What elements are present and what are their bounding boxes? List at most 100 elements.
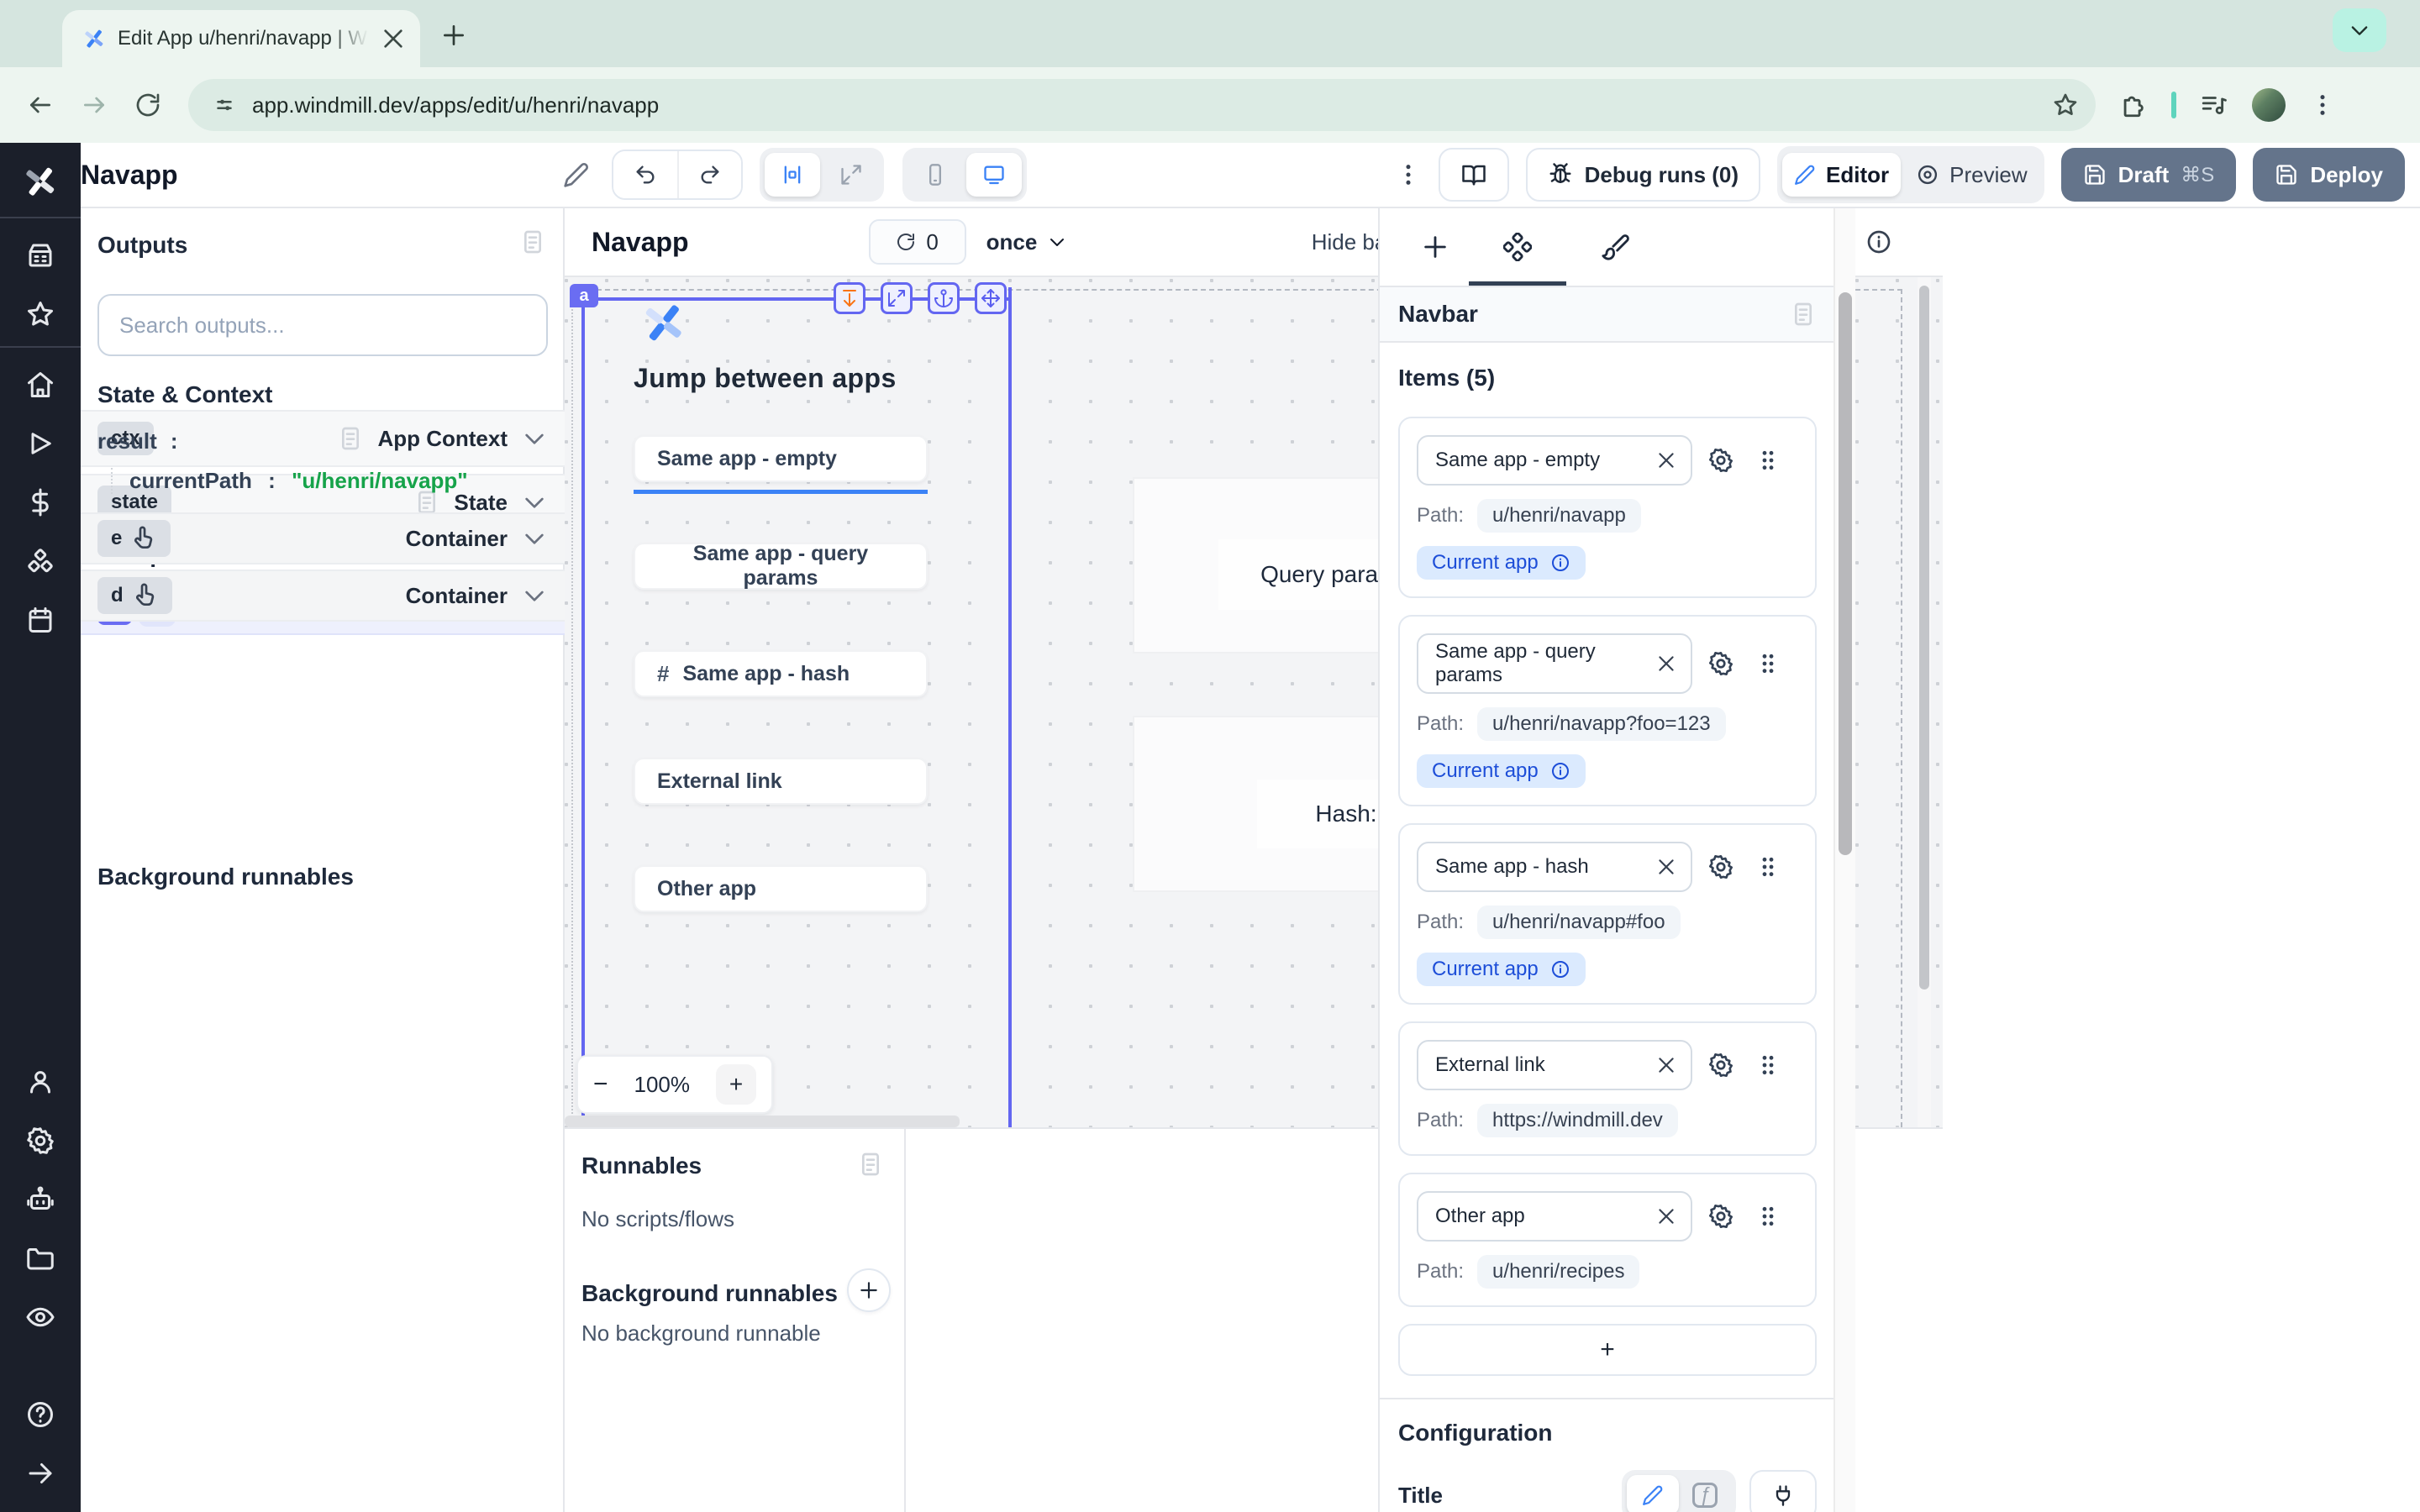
- static-value-mode-button[interactable]: [1627, 1475, 1679, 1512]
- current-path-row[interactable]: currentPath : "u/henri/navapp": [111, 468, 468, 494]
- refresh-icon: [896, 232, 916, 252]
- canvas-horizontal-scrollbar[interactable]: [565, 1116, 960, 1127]
- bookmark-star-icon[interactable]: [2052, 92, 2079, 118]
- item-label: Same app - query params: [1435, 640, 1655, 687]
- move-handle[interactable]: [975, 282, 1007, 314]
- chevron-down-icon[interactable]: [521, 425, 548, 452]
- item-path-value: u/henri/navapp: [1477, 499, 1641, 533]
- preview-nav-button[interactable]: Other app: [634, 865, 928, 912]
- clear-icon[interactable]: [1655, 653, 1677, 675]
- runs-icon[interactable]: [25, 428, 55, 459]
- favorites-star-icon[interactable]: [25, 299, 55, 329]
- item-settings-gear-icon[interactable]: [1707, 1203, 1734, 1230]
- item-label-select[interactable]: Same app - empty: [1417, 435, 1692, 486]
- info-icon[interactable]: [1550, 959, 1570, 979]
- extensions-icon[interactable]: [2119, 91, 2148, 119]
- item-settings-gear-icon[interactable]: [1707, 650, 1734, 677]
- fullscreen-handle[interactable]: [881, 282, 913, 314]
- add-item-button[interactable]: +: [1398, 1324, 1817, 1376]
- audit-logs-icon[interactable]: [25, 1302, 55, 1332]
- clear-icon[interactable]: [1655, 449, 1677, 471]
- component-settings-tab[interactable]: [1469, 208, 1566, 286]
- drag-handle-icon[interactable]: [1754, 1052, 1781, 1079]
- navbar-item-card: Same app - empty Path: u/henri/navapp: [1398, 417, 1817, 598]
- browser-tab[interactable]: Edit App u/henri/navapp | Win: [62, 10, 420, 67]
- reload-icon[interactable]: [134, 92, 161, 118]
- component-type-label: Container: [406, 526, 508, 552]
- help-icon[interactable]: [25, 1399, 55, 1430]
- clear-icon[interactable]: [1655, 1205, 1677, 1227]
- home-icon[interactable]: [25, 370, 55, 400]
- item-settings-gear-icon[interactable]: [1707, 1052, 1734, 1079]
- chevron-down-icon[interactable]: [521, 525, 548, 552]
- run-mode-dropdown[interactable]: once: [986, 229, 1068, 255]
- drag-handle-icon[interactable]: [1754, 853, 1781, 880]
- panel-doc-icon[interactable]: [519, 228, 546, 255]
- item-label: Same app - hash: [1435, 855, 1589, 879]
- add-background-runnable-button[interactable]: [847, 1268, 891, 1312]
- component-panel-header: Navbar: [1380, 286, 1833, 343]
- item-label-select[interactable]: Other app: [1417, 1191, 1692, 1242]
- item-label-select[interactable]: Same app - hash: [1417, 842, 1692, 892]
- forward-icon[interactable]: [81, 92, 108, 118]
- expression-mode-button[interactable]: ƒ: [1679, 1475, 1731, 1512]
- media-controls-icon[interactable]: [2200, 91, 2228, 119]
- container-component-row[interactable]: e Container: [81, 512, 565, 564]
- item-label-select[interactable]: Same app - query params: [1417, 633, 1692, 694]
- search-outputs-input[interactable]: [97, 294, 548, 356]
- info-icon[interactable]: [1550, 553, 1570, 573]
- preview-nav-button[interactable]: # Same app - hash: [634, 650, 928, 697]
- panel-doc-icon[interactable]: [1790, 301, 1817, 328]
- title-field-label: Title: [1398, 1483, 1443, 1512]
- close-tab-icon[interactable]: [380, 25, 407, 52]
- preview-nav-button[interactable]: Same app - empty: [634, 435, 928, 482]
- site-info-icon[interactable]: [212, 92, 237, 118]
- connect-input-button[interactable]: [1749, 1470, 1817, 1512]
- workspace-icon[interactable]: [25, 240, 55, 270]
- anchor-handle[interactable]: [928, 282, 960, 314]
- settings-gear-icon[interactable]: [25, 1126, 55, 1156]
- profile-avatar[interactable]: [2252, 88, 2286, 122]
- workers-icon[interactable]: [25, 1184, 55, 1215]
- expand-down-handle[interactable]: [834, 282, 865, 314]
- refresh-count-button[interactable]: 0: [869, 219, 966, 265]
- component-id-badge: d: [97, 577, 172, 614]
- tab-search-button[interactable]: [2333, 8, 2386, 52]
- item-label-select[interactable]: External link: [1417, 1040, 1692, 1090]
- insert-component-tab[interactable]: [1402, 208, 1469, 286]
- folders-icon[interactable]: [25, 1243, 55, 1273]
- expand-sidebar-icon[interactable]: [25, 1458, 55, 1488]
- drag-handle-icon[interactable]: [1754, 1203, 1781, 1230]
- preview-nav-button[interactable]: External link: [634, 758, 928, 805]
- divider: [0, 217, 81, 218]
- url-text[interactable]: app.windmill.dev/apps/edit/u/henri/navap…: [252, 92, 2037, 118]
- page-scrollbar[interactable]: [1833, 208, 1855, 1512]
- styling-tab[interactable]: [1566, 208, 1664, 286]
- schedules-icon[interactable]: [25, 605, 55, 635]
- users-icon[interactable]: [25, 1067, 55, 1097]
- component-settings-panel: Navbar Items (5) Same app - empty: [1378, 208, 1833, 1512]
- preview-nav-button[interactable]: Same app - query params: [634, 543, 928, 590]
- container-component-row[interactable]: d Container: [81, 570, 565, 622]
- nav-button-label: Same app - hash: [682, 662, 850, 686]
- variables-icon[interactable]: [25, 487, 55, 517]
- clear-icon[interactable]: [1655, 856, 1677, 878]
- resources-icon[interactable]: [25, 546, 55, 576]
- item-settings-gear-icon[interactable]: [1707, 853, 1734, 880]
- zoom-in-button[interactable]: +: [716, 1064, 756, 1105]
- drag-handle-icon[interactable]: [1754, 650, 1781, 677]
- canvas-vertical-scrollbar[interactable]: [1918, 277, 1931, 1127]
- drag-handle-icon[interactable]: [1754, 447, 1781, 474]
- back-icon[interactable]: [27, 92, 54, 118]
- navbar-item-card: Other app Path: u/henri/recipes: [1398, 1173, 1817, 1307]
- info-icon[interactable]: [1550, 761, 1570, 781]
- item-settings-gear-icon[interactable]: [1707, 447, 1734, 474]
- zoom-out-button[interactable]: −: [593, 1070, 608, 1099]
- clear-icon[interactable]: [1655, 1054, 1677, 1076]
- new-tab-icon[interactable]: [440, 22, 467, 49]
- info-icon[interactable]: [1865, 228, 1892, 255]
- chevron-down-icon[interactable]: [521, 582, 548, 609]
- browser-menu-icon[interactable]: [2309, 92, 2336, 118]
- address-bar[interactable]: app.windmill.dev/apps/edit/u/henri/navap…: [188, 79, 2096, 131]
- panel-doc-icon[interactable]: [857, 1151, 884, 1178]
